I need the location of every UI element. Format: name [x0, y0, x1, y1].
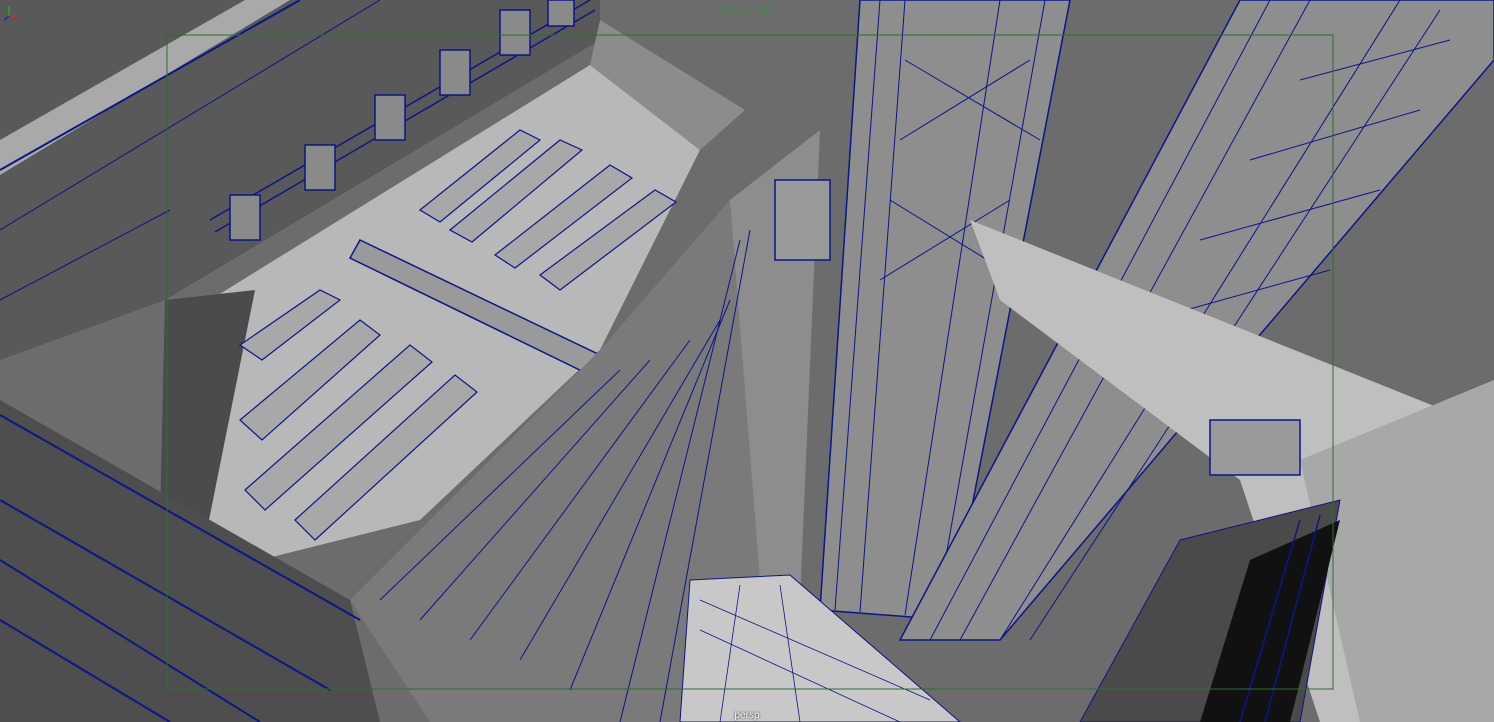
viewport-3d[interactable]: 1920 x 1080 persp [0, 0, 1494, 722]
resolution-gate-label: 1920 x 1080 [719, 6, 775, 17]
camera-name-label: persp [734, 710, 760, 721]
scene-wireframe [0, 0, 1494, 722]
axis-gizmo-icon [3, 6, 18, 21]
